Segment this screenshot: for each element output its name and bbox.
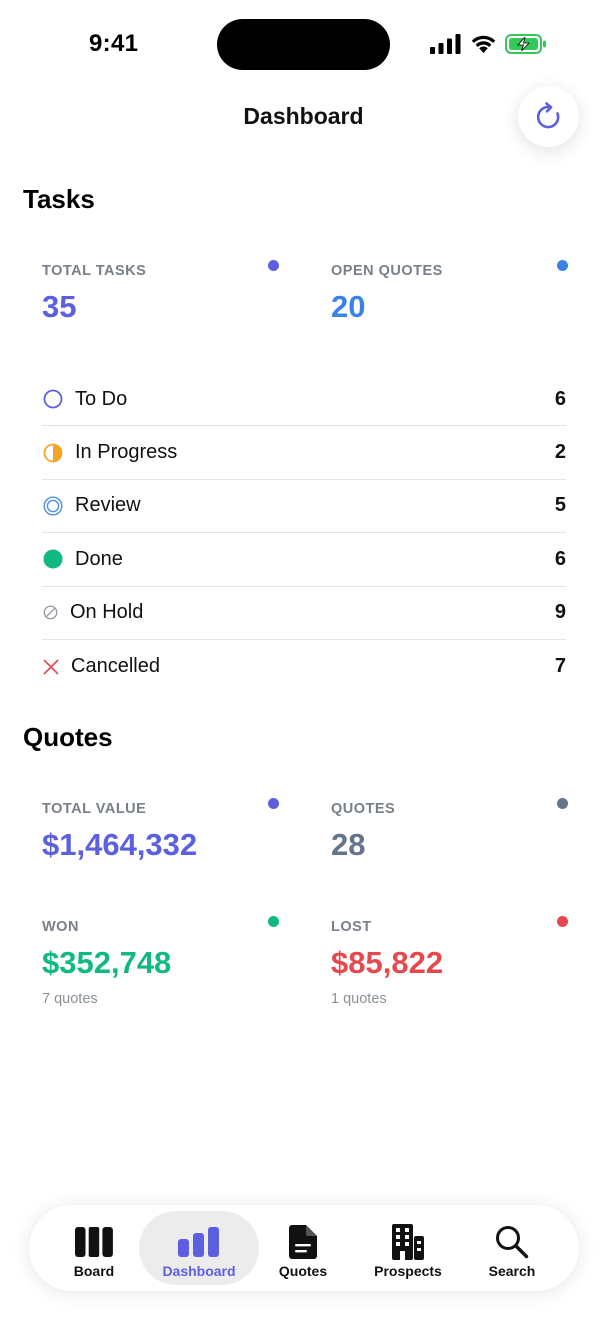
battery-charging-icon <box>505 34 546 54</box>
tasks-heading: Tasks <box>23 184 95 214</box>
status-label: Cancelled <box>71 655 160 678</box>
quotes-count-label: QUOTES <box>331 801 396 817</box>
won-label: WON <box>42 919 79 935</box>
status-row-cancelled[interactable]: Cancelled 7 <box>42 640 566 693</box>
tab-label: Board <box>73 1263 115 1279</box>
building-icon <box>392 1223 424 1261</box>
status-count: 5 <box>554 494 566 517</box>
tab-label: Search <box>488 1263 536 1279</box>
task-status-list: To Do 6 In Progress 2 Review 5 Done 6 On… <box>42 373 566 693</box>
open-quotes-label: OPEN QUOTES <box>331 263 443 279</box>
status-row-review[interactable]: Review 5 <box>42 480 566 534</box>
slashed-circle-icon <box>42 602 58 624</box>
x-mark-icon <box>42 656 60 678</box>
total-tasks-label: TOTAL TASKS <box>42 263 147 279</box>
lost-quote-count: 1 quotes <box>331 991 387 1007</box>
tab-prospects[interactable]: Prospects <box>348 1211 468 1285</box>
won-indicator-dot <box>268 916 279 927</box>
page-title: Dashboard <box>243 103 364 129</box>
status-count: 6 <box>554 387 566 410</box>
status-count: 6 <box>554 547 566 570</box>
won-quote-count: 7 quotes <box>42 991 98 1007</box>
total-value-stat: TOTAL VALUE $1,464,332 <box>42 801 287 863</box>
open-quotes-indicator-dot <box>557 260 568 271</box>
status-label: On Hold <box>70 601 144 624</box>
quotes-count-indicator-dot <box>557 798 568 809</box>
quotes-count-stat: QUOTES 28 <box>331 801 576 863</box>
bar-chart-icon <box>178 1223 220 1261</box>
status-label: Review <box>75 494 141 517</box>
refresh-button[interactable] <box>518 86 579 147</box>
double-circle-icon <box>42 495 64 517</box>
bottom-tab-bar: Board Dashboard Quotes Prospects Search <box>29 1205 579 1291</box>
status-row-on-hold[interactable]: On Hold 9 <box>42 587 566 640</box>
total-value-indicator-dot <box>268 798 279 809</box>
status-count: 7 <box>554 655 566 678</box>
half-circle-icon <box>42 442 64 464</box>
cellular-signal-icon <box>430 34 461 54</box>
status-icons <box>430 32 547 56</box>
total-value-label: TOTAL VALUE <box>42 801 147 817</box>
total-tasks-stat: TOTAL TASKS 35 <box>42 263 287 325</box>
status-label: To Do <box>75 387 128 410</box>
lost-indicator-dot <box>557 916 568 927</box>
open-quotes-value: 20 <box>331 289 366 324</box>
won-stat: WON $352,748 7 quotes <box>42 919 287 1007</box>
document-icon <box>289 1223 317 1261</box>
won-value: $352,748 <box>42 945 172 980</box>
status-row-in-progress[interactable]: In Progress 2 <box>42 426 566 480</box>
status-row-to-do[interactable]: To Do 6 <box>42 373 566 427</box>
board-icon <box>75 1223 113 1261</box>
quotes-heading: Quotes <box>23 722 113 752</box>
lost-label: LOST <box>331 919 372 935</box>
quotes-count-value: 28 <box>331 827 366 862</box>
refresh-icon <box>536 101 559 128</box>
total-value-value: $1,464,332 <box>42 827 198 862</box>
tab-quotes[interactable]: Quotes <box>243 1211 363 1285</box>
circle-outline-icon <box>42 388 64 410</box>
status-row-done[interactable]: Done 6 <box>42 533 566 587</box>
tab-dashboard[interactable]: Dashboard <box>139 1211 259 1285</box>
tab-label: Dashboard <box>162 1263 236 1279</box>
total-tasks-indicator-dot <box>268 260 279 271</box>
lost-value: $85,822 <box>331 945 444 980</box>
status-count: 9 <box>554 601 566 624</box>
wifi-icon <box>471 35 496 53</box>
status-time: 9:41 <box>89 30 139 57</box>
status-label: Done <box>75 547 123 570</box>
filled-circle-icon <box>42 548 64 570</box>
tab-board[interactable]: Board <box>34 1211 154 1285</box>
total-tasks-value: 35 <box>42 289 77 324</box>
status-bar: 9:41 <box>0 0 607 90</box>
status-label: In Progress <box>75 441 178 464</box>
tab-label: Prospects <box>374 1263 442 1279</box>
open-quotes-stat: OPEN QUOTES 20 <box>331 263 576 325</box>
lost-stat: LOST $85,822 1 quotes <box>331 919 576 1007</box>
tab-search[interactable]: Search <box>452 1211 572 1285</box>
dynamic-island <box>217 19 390 70</box>
tab-label: Quotes <box>278 1263 328 1279</box>
status-count: 2 <box>554 441 566 464</box>
search-icon <box>495 1223 529 1261</box>
